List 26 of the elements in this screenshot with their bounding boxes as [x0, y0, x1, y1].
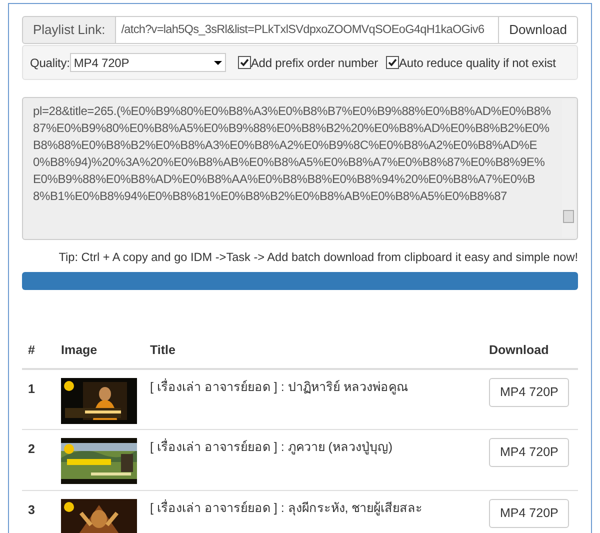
column-header: Download: [489, 343, 549, 357]
row-number: 1: [28, 382, 35, 396]
row-number: 2: [28, 442, 35, 456]
row-number: 3: [28, 503, 35, 518]
playlist-link-field[interactable]: /atch?v=lah5Qs_3sRl&list=PLkTxlSVdpxoZOOMVqSOEoG4qH1kaOGiv6: [116, 16, 498, 44]
field-label: Playlist Link:: [22, 16, 116, 44]
download-button[interactable]: MP4 720P: [489, 499, 570, 528]
download-button[interactable]: MP4 720P: [489, 378, 570, 407]
quality-dropdown[interactable]: MP4 720P: [70, 53, 226, 72]
column-header: Title: [150, 343, 176, 357]
checkbox-label: Auto reduce quality if not exist: [399, 54, 556, 72]
column-header: #: [28, 343, 35, 357]
checkbox[interactable]: [238, 56, 251, 69]
tip-text: Tip: Ctrl + A copy and go IDM ->Task -> Add batch download from clipboard it easy and simple now!: [58, 249, 578, 266]
column-header: Image: [61, 343, 98, 357]
output-text: pl=28&title=265.(%E0%B9%80%E0%B8%A3%E0%B8%B7%E0%B9%88%E0%B8%AD%E0%B8%87%E0%B9%80%E0%B8%A5%E0%B9%88%E0%B8%B2%20%E0%B8%AD%E0%B8%B2%E0%B8%88%E0%B8%B2%E0%B8%A3%E0%B8%A2%E0%B9%8C%E0%B8%A2%E0%B8%AD%E0%B8%94)%20%3A%20%E0%B8%AB%E0%B8%A5%E0%B8%A7%E0%B8%87%E0%B8%9E%E0%B9%88%E0%B8%AD%E0%B8%AA%E0%B8%B8%E0%B8%94%20%E0%B8%A7%E0%B8%B1%E0%B8%94%E0%B8%81%E0%B8%B2%E0%B8%AB%E0%B8%A5%E0%B8%87: [32, 103, 552, 205]
video-title: [ เรื่องเล่า อาจารย์ยอด ] : ปาฏิหาริย์ หลวงพ่อคูณ: [150, 380, 408, 394]
quality-label: Quality:: [30, 54, 70, 72]
output-textarea[interactable]: [22, 97, 578, 240]
checkbox-label: Add prefix order number: [250, 54, 378, 72]
download-button[interactable]: MP4 720P: [489, 438, 570, 468]
video-title: [ เรื่องเล่า อาจารย์ยอด ] : ภูควาย (หลวงปู่บุญ): [150, 440, 393, 454]
checkbox[interactable]: [386, 56, 399, 69]
caret-icon: [214, 60, 222, 64]
video-title: [ เรื่องเล่า อาจารย์ยอด ] : ลุงผีกระหัง, ชายผู้เสียสละ: [150, 501, 423, 516]
download-button[interactable]: Download: [498, 16, 578, 44]
